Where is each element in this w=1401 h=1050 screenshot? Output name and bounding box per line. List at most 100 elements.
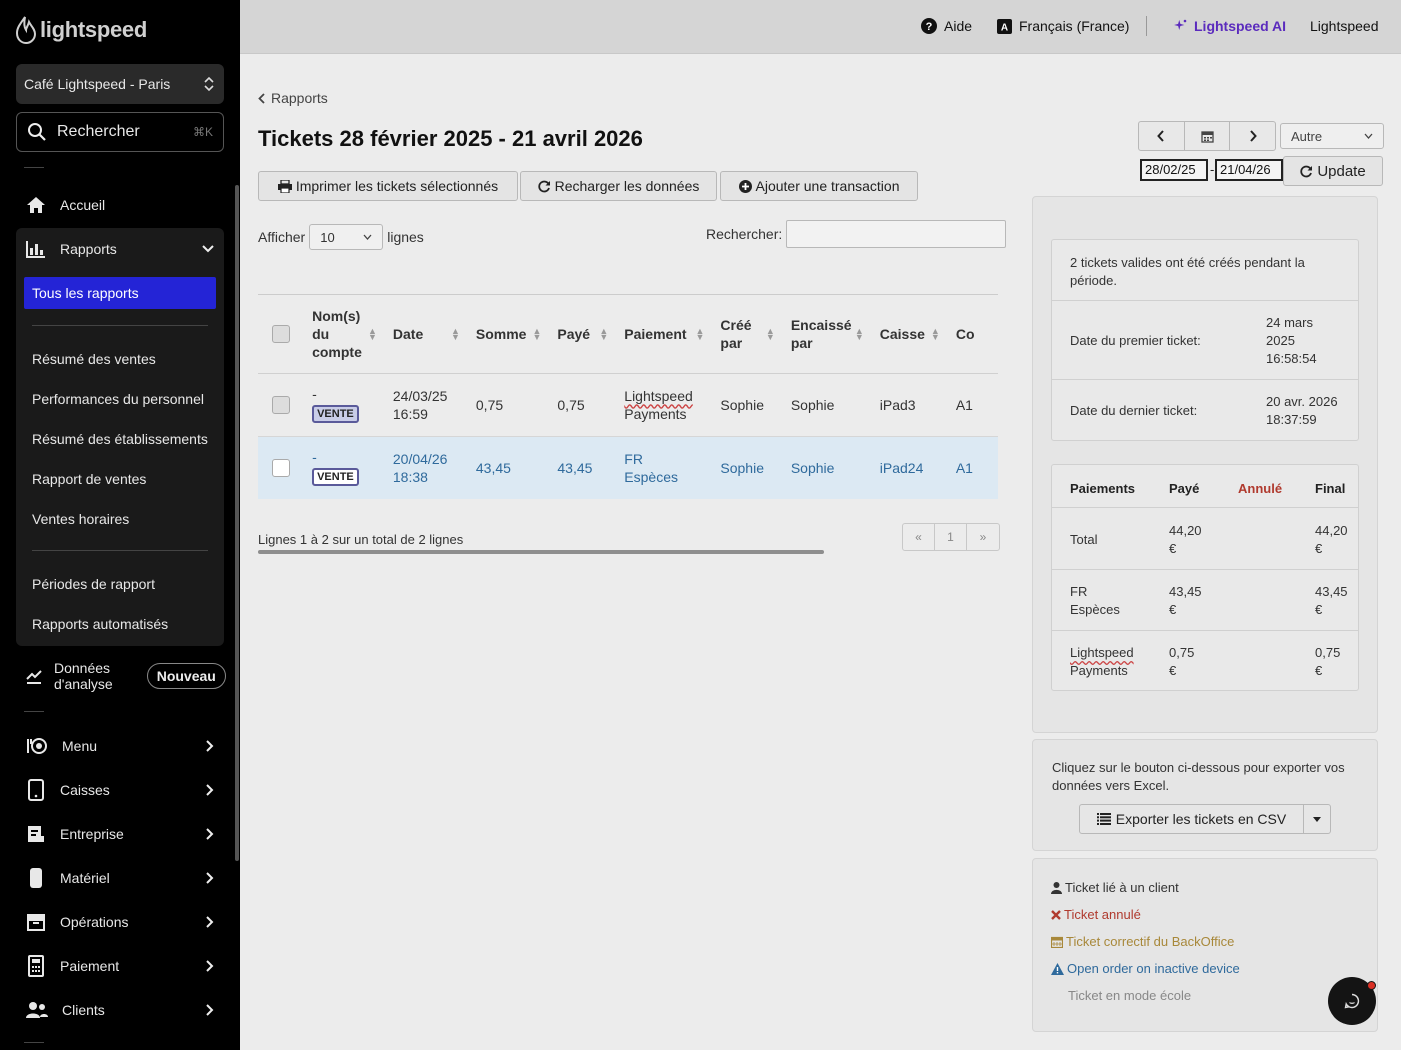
sidebar-item-operations[interactable]: Opérations bbox=[16, 902, 224, 942]
export-csv-button[interactable]: Exporter les tickets en CSV bbox=[1080, 805, 1304, 833]
store-selector[interactable]: Café Lightspeed - Paris bbox=[16, 64, 224, 104]
payment-paid-currency: € bbox=[1169, 602, 1177, 617]
refresh-icon bbox=[1300, 165, 1313, 178]
sidebar-item-payment[interactable]: Paiement bbox=[16, 946, 224, 986]
column-header-created-by[interactable]: Créé par ▲ ▼ bbox=[712, 295, 783, 374]
add-transaction-button[interactable]: Ajouter une transaction bbox=[720, 171, 918, 201]
chevron-right-icon bbox=[1249, 130, 1257, 142]
export-dropdown-toggle[interactable] bbox=[1304, 805, 1330, 833]
payment-method-line2: Espèces bbox=[624, 468, 678, 485]
lightspeed-ai-button[interactable]: Lightspeed AI bbox=[1173, 18, 1286, 34]
search-shortcut: ⌘K bbox=[192, 125, 213, 139]
sidebar-sub-automated-reports[interactable]: Rapports automatisés bbox=[32, 616, 168, 632]
export-description-line2: données vers Excel. bbox=[1052, 778, 1170, 793]
table-search-input[interactable] bbox=[786, 220, 1007, 248]
show-label: Afficher bbox=[258, 229, 306, 245]
column-header-cashed-by[interactable]: Encaissé par ▲ ▼ bbox=[782, 295, 872, 374]
summary-panel: 2 tickets valides ont été créés pendant … bbox=[1032, 196, 1378, 733]
column-header-register[interactable]: Caisse ▲ ▼ bbox=[871, 295, 948, 374]
search-label: Rechercher bbox=[57, 123, 140, 140]
payment-name: FR Espèces bbox=[1070, 583, 1120, 619]
update-button[interactable]: Update bbox=[1283, 156, 1383, 186]
payment-paid-currency: € bbox=[1169, 541, 1177, 556]
pagination-next[interactable]: » bbox=[967, 524, 999, 550]
account-menu[interactable]: Lightspeed bbox=[1310, 18, 1379, 34]
sidebar-item-registers[interactable]: Caisses bbox=[16, 770, 224, 810]
calendar-button[interactable] bbox=[1185, 122, 1231, 150]
date-from-input[interactable]: 28/02/25 bbox=[1140, 159, 1208, 181]
header-label: Encaissé par bbox=[790, 316, 852, 351]
previous-period-button[interactable] bbox=[1139, 122, 1185, 150]
row-checkbox[interactable] bbox=[272, 395, 290, 414]
table-row[interactable]: - VENTE 24/03/25 16:59 0,75 0,75 Lightspee… bbox=[258, 373, 998, 437]
table-horizontal-scrollbar[interactable] bbox=[258, 550, 824, 554]
period-select[interactable]: Autre bbox=[1280, 123, 1384, 149]
divider bbox=[24, 1042, 44, 1043]
sidebar-item-analytics[interactable]: Données d'analyse Nouveau bbox=[16, 656, 256, 696]
payment-paid: 44,20 € bbox=[1169, 522, 1202, 558]
pagination-previous[interactable]: « bbox=[903, 524, 935, 550]
last-ticket-label: Date du dernier ticket: bbox=[1070, 403, 1198, 418]
pagination-page-1[interactable]: 1 bbox=[935, 524, 967, 550]
sidebar-item-home[interactable]: Accueil bbox=[16, 185, 224, 225]
chevron-right-icon bbox=[206, 784, 214, 796]
header-label: Payé bbox=[557, 325, 591, 342]
reload-data-button[interactable]: Recharger les données bbox=[520, 171, 717, 201]
sidebar-item-clients[interactable]: Clients bbox=[16, 990, 224, 1030]
next-period-button[interactable] bbox=[1230, 122, 1275, 150]
payment-paid-amount: 0,75 bbox=[1169, 645, 1195, 660]
divider bbox=[1052, 507, 1358, 508]
sidebar-search[interactable]: Rechercher ⌘K bbox=[16, 112, 224, 152]
select-all-checkbox[interactable] bbox=[272, 324, 290, 343]
sidebar-item-hardware[interactable]: Matériel bbox=[16, 858, 224, 898]
sidebar-item-company[interactable]: Entreprise bbox=[16, 814, 224, 854]
sidebar-sub-all-reports[interactable]: Tous les rapports bbox=[24, 277, 216, 309]
breadcrumb[interactable]: Rapports bbox=[258, 90, 328, 106]
sidebar-sub-sales-report[interactable]: Rapport de ventes bbox=[32, 471, 146, 487]
column-header-account[interactable]: Nom(s) du compte ▲ ▼ bbox=[304, 295, 385, 374]
svg-text:?: ? bbox=[926, 21, 933, 33]
header-label: Créé par bbox=[720, 316, 752, 351]
column-header-co[interactable]: Co bbox=[947, 295, 998, 374]
page-length-select[interactable]: 10 bbox=[309, 224, 384, 250]
column-header-payment[interactable]: Paiement ▲ ▼ bbox=[616, 295, 713, 374]
divider bbox=[1146, 16, 1147, 36]
sidebar-item-label: Opérations bbox=[60, 914, 129, 930]
ticket-time: 16:59 bbox=[392, 405, 428, 422]
period-select-value: Autre bbox=[1291, 128, 1323, 144]
date-to-input[interactable]: 21/04/26 bbox=[1215, 159, 1283, 181]
sidebar-sub-staff-performance[interactable]: Performances du personnel bbox=[32, 391, 204, 407]
page-length-value: 10 bbox=[320, 229, 335, 245]
cashed-by-cell: Sophie bbox=[782, 436, 872, 499]
table-row-selected[interactable]: - VENTE 20/04/26 18:38 43,45 43,45 FR Espèc… bbox=[258, 436, 998, 499]
sidebar-sub-hourly-sales[interactable]: Ventes horaires bbox=[32, 511, 129, 527]
sidebar-sub-sales-summary[interactable]: Résumé des ventes bbox=[32, 351, 156, 367]
sidebar-item-label: Paiement bbox=[60, 958, 120, 974]
sidebar-sub-location-summary[interactable]: Résumé des établissements bbox=[32, 431, 208, 447]
divider bbox=[1052, 300, 1358, 301]
sidebar-scrollbar[interactable] bbox=[235, 185, 239, 861]
column-header-sum[interactable]: Somme ▲ ▼ bbox=[467, 295, 550, 374]
column-header-date[interactable]: Date ▲ ▼ bbox=[384, 295, 468, 374]
help-link[interactable]: ? Aide bbox=[921, 18, 972, 34]
payment-name-line2: Espèces bbox=[1070, 602, 1120, 617]
sidebar-sub-report-periods[interactable]: Périodes de rapport bbox=[32, 576, 155, 592]
legend-school-mode: Ticket en mode école bbox=[1068, 988, 1192, 1003]
page-length-control: Afficher 10 lignes bbox=[258, 224, 424, 250]
payment-final-currency: € bbox=[1315, 663, 1323, 678]
lightspeed-logo[interactable]: lightspeed bbox=[16, 16, 147, 44]
language-selector[interactable]: A Français (France) bbox=[997, 18, 1129, 34]
sidebar-item-reports[interactable]: Rapports bbox=[16, 229, 224, 269]
sidebar-item-menu[interactable]: Menu bbox=[16, 726, 224, 766]
co-cell: A1 bbox=[947, 373, 998, 437]
print-selected-button[interactable]: Imprimer les tickets sélectionnés bbox=[258, 171, 518, 201]
column-header-paid[interactable]: Payé ▲ ▼ bbox=[549, 295, 617, 374]
tickets-summary-box: 2 tickets valides ont été créés pendant … bbox=[1051, 239, 1359, 441]
sum-cell: 43,45 bbox=[467, 436, 550, 499]
legend-inactive-label: Open order on inactive device bbox=[1067, 961, 1240, 976]
valid-tickets-line1: 2 tickets valides ont été créés pendant … bbox=[1070, 255, 1305, 270]
row-checkbox[interactable] bbox=[272, 458, 290, 477]
sidebar-item-label: Caisses bbox=[60, 782, 110, 798]
sort-icon: ▲ ▼ bbox=[599, 325, 609, 342]
sidebar-item-label: Rapports bbox=[60, 241, 117, 257]
